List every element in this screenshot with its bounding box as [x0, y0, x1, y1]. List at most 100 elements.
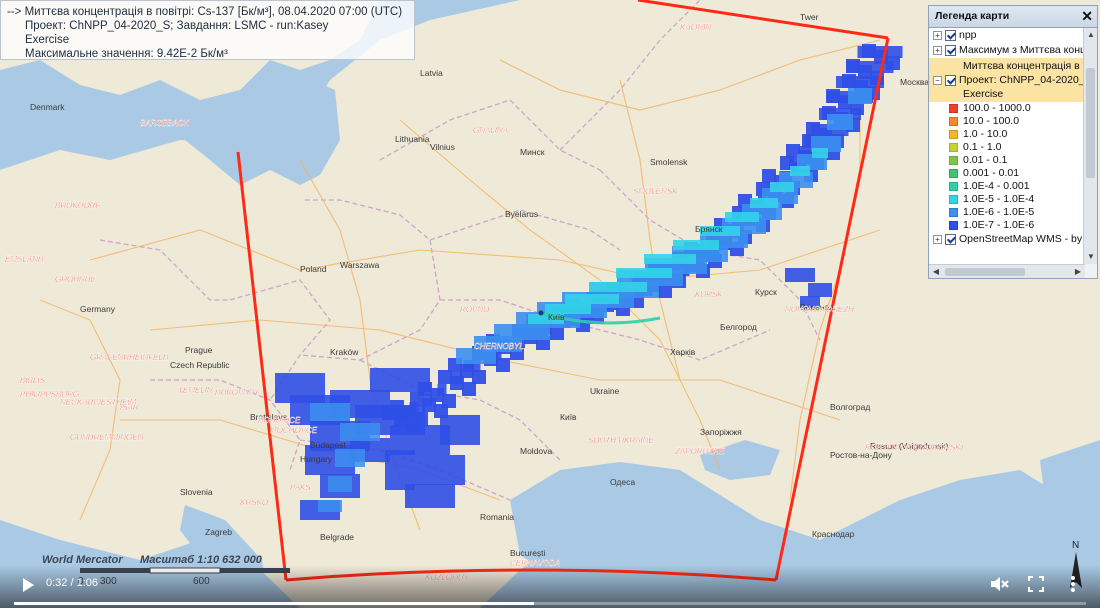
info-line-max-value: Максимальне значення: 9.42E-2 Бк/м³: [25, 48, 228, 60]
city-label: Харків: [670, 347, 696, 357]
mute-icon[interactable]: [988, 573, 1010, 595]
layer-row-npp[interactable]: + npp: [929, 28, 1085, 43]
plume-cell: [790, 166, 810, 176]
scroll-left-icon[interactable]: ◀: [929, 265, 943, 279]
plume-cell: [785, 268, 815, 282]
city-label: Запоріжжя: [700, 427, 742, 437]
city-label: Курск: [755, 287, 777, 297]
city-label: Romania: [480, 512, 514, 522]
legend-item-label: 0.01 - 0.1: [963, 154, 1008, 166]
project-line: Проект: ChNPP_04-2020_S: [959, 74, 1085, 86]
plume-cell: [437, 384, 447, 396]
plume-cell: [857, 46, 903, 58]
legend-title: Легенда карти: [935, 10, 1010, 22]
scroll-down-icon[interactable]: ▼: [1084, 250, 1098, 264]
city-label: Warszawa: [340, 260, 380, 270]
city-label: Lithuania: [395, 134, 430, 144]
plume-cell: [328, 476, 352, 492]
layer-checkbox[interactable]: [945, 233, 956, 245]
npp-label: BROKDORF: [55, 201, 101, 210]
layer-checkbox[interactable]: [945, 44, 956, 56]
legend-item: 10.0 - 100.0: [929, 115, 1085, 128]
layer-row-project[interactable]: Миттєва концентрація в повітрі − Проект: …: [929, 58, 1085, 102]
npp-label: GUNDREMMINGEN: [70, 433, 144, 442]
npp-label: MOCHOVCE: [270, 426, 318, 435]
plume-cell: [616, 268, 672, 278]
play-icon[interactable]: [18, 575, 38, 595]
legend-swatch: [949, 195, 958, 204]
expand-icon[interactable]: +: [933, 45, 942, 55]
collapse-icon[interactable]: −: [933, 75, 942, 85]
legend-item-label: 100.0 - 1000.0: [963, 102, 1031, 114]
legend-swatch: [949, 156, 958, 165]
legend-item-label: 10.0 - 100.0: [963, 115, 1020, 127]
legend-item-label: 1.0E-4 - 0.001: [963, 180, 1030, 192]
scrollbar-thumb[interactable]: [945, 268, 1025, 276]
video-time: 0:32 / 1:06: [46, 577, 98, 589]
layer-label: Максимум з Миттєва концентрація: [959, 44, 1085, 56]
legend-item: 0.01 - 0.1: [929, 154, 1085, 167]
city-label: Ukraine: [590, 386, 620, 396]
plume-cell: [438, 370, 452, 384]
legend-item: 1.0 - 10.0: [929, 128, 1085, 141]
legend-item-label: 0.001 - 0.01: [963, 167, 1020, 179]
npp-label: BARSEBACK: [140, 119, 190, 128]
city-label: Moldova: [520, 446, 552, 456]
legend-item-label: 1.0E-6 - 1.0E-5: [963, 206, 1035, 218]
layer-checkbox[interactable]: [945, 74, 956, 86]
legend-horizontal-scrollbar[interactable]: ◀ ▶: [929, 264, 1085, 278]
plume-cell: [750, 198, 778, 208]
legend-swatch: [949, 104, 958, 113]
legend-swatch: [949, 130, 958, 139]
layer-label: npp: [959, 29, 977, 41]
npp-label: KRSKO: [240, 498, 268, 507]
layer-checkbox[interactable]: [945, 29, 956, 41]
city-label: Budapest: [310, 440, 347, 450]
plume-cell: [673, 240, 719, 250]
city-label: Брянск: [695, 224, 723, 234]
expand-icon[interactable]: +: [933, 30, 942, 40]
more-icon[interactable]: [1062, 573, 1084, 595]
plume-cell: [644, 254, 696, 264]
npp-label: PHILIPPSBURG: [20, 390, 79, 399]
close-icon[interactable]: ✕: [1081, 8, 1093, 25]
scrollbar-thumb[interactable]: [1086, 68, 1095, 178]
layer-label: OpenStreetMap WMS - by terrestris: [959, 233, 1085, 245]
npp-label: DUKOVANY: [215, 388, 260, 397]
legend-item: 1.0E-6 - 1.0E-5: [929, 206, 1085, 219]
plume-cell: [340, 423, 380, 441]
expand-icon[interactable]: +: [933, 234, 942, 244]
city-label: Волгоград: [830, 402, 870, 412]
city-label: Smolensk: [650, 157, 688, 167]
plume-cell: [658, 284, 672, 298]
legend-item: 1.0E-4 - 0.001: [929, 180, 1085, 193]
legend-swatch: [949, 221, 958, 230]
scroll-up-icon[interactable]: ▲: [1084, 28, 1098, 42]
legend-vertical-scrollbar[interactable]: ▲ ▼: [1083, 28, 1097, 264]
scroll-right-icon[interactable]: ▶: [1071, 265, 1085, 279]
city-label: Hungary: [300, 454, 333, 464]
npp-label: NOVOVORONEZH: [785, 305, 854, 314]
npp-label: SMOLENSK: [633, 187, 678, 196]
city-label: Краснодар: [812, 529, 855, 539]
plume-cell: [440, 415, 480, 445]
info-line-exercise: Exercise: [25, 34, 70, 46]
npp-label: TEMELIN: [178, 386, 213, 395]
plume-cell: [385, 450, 415, 490]
map-legend-panel[interactable]: Легенда карти ✕ + npp + Максимум з Миттєва…: [928, 5, 1098, 279]
legend-header: Легенда карти ✕: [929, 6, 1097, 28]
layer-row-max-concentration[interactable]: + Максимум з Миттєва концентрація: [929, 43, 1085, 58]
video-progress-fill: [14, 602, 534, 605]
city-label: Germany: [80, 304, 116, 314]
city-label: Минск: [520, 147, 545, 157]
fullscreen-icon[interactable]: [1025, 573, 1047, 595]
video-progress-bar[interactable]: [14, 602, 1086, 605]
npp-label: KURSK: [695, 290, 723, 299]
city-label: Poland: [300, 264, 327, 274]
plume-cell: [472, 370, 486, 384]
npp-label: BIBLIS: [20, 376, 46, 385]
city-label: Belgrade: [320, 532, 354, 542]
legend-swatch: [949, 182, 958, 191]
layer-row-osm[interactable]: + OpenStreetMap WMS - by terrestris: [929, 232, 1085, 247]
video-controls: 0:32 / 1:06: [0, 565, 1100, 608]
